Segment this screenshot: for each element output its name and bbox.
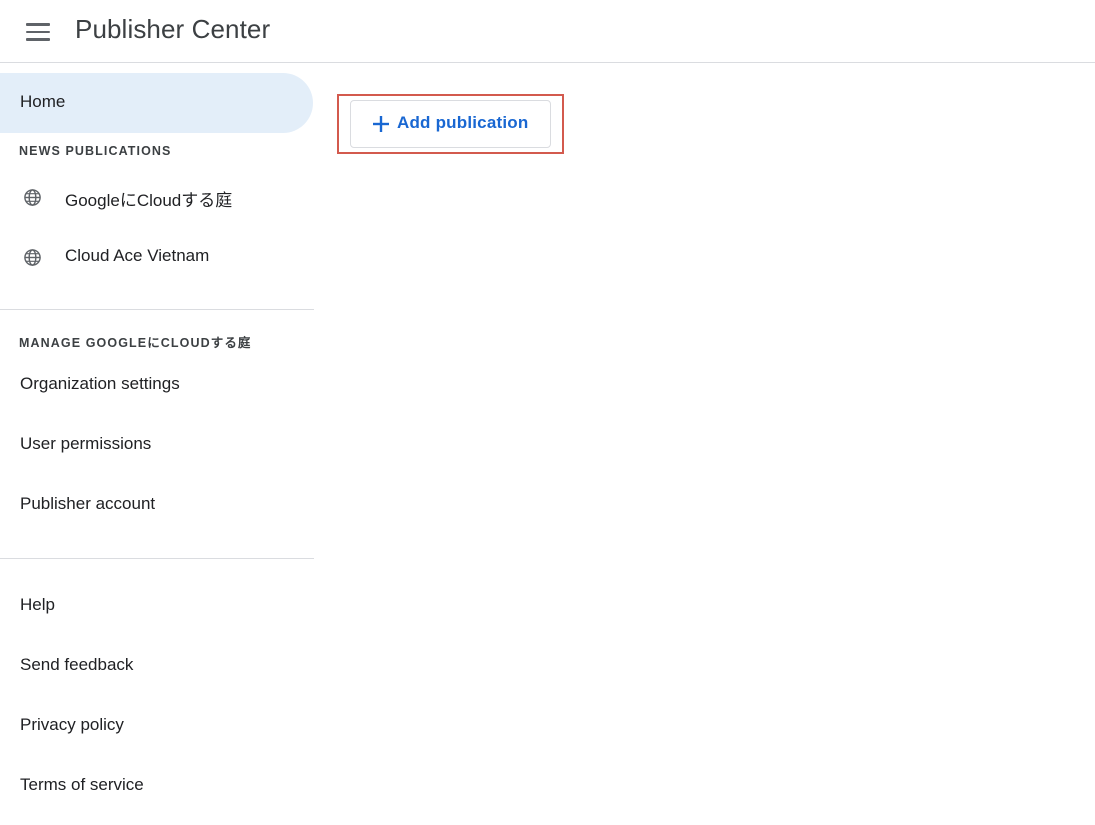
sidebar-item-label: Cloud Ace Vietnam bbox=[65, 246, 210, 265]
sidebar-divider bbox=[0, 558, 314, 559]
section-title-news-publications: NEWS PUBLICATIONS bbox=[19, 144, 172, 158]
publisher-center-app: Publisher Center Home NEWS PUBLICATIONS … bbox=[0, 0, 1095, 825]
app-title: Publisher Center bbox=[75, 14, 271, 44]
sidebar-item-label: GoogleにCloudする庭 bbox=[65, 191, 233, 210]
globe-icon bbox=[24, 189, 41, 206]
sidebar-item-label: Send feedback bbox=[20, 655, 134, 674]
plus-icon bbox=[373, 116, 389, 132]
add-publication-label: Add publication bbox=[397, 113, 529, 132]
sidebar-divider bbox=[0, 309, 314, 310]
sidebar-item-label: Terms of service bbox=[20, 775, 144, 794]
sidebar-item-label: Help bbox=[20, 595, 55, 614]
sidebar-item-user-permissions[interactable]: User permissions bbox=[0, 421, 313, 471]
sidebar-item-help[interactable]: Help bbox=[0, 582, 313, 632]
sidebar-item-label: Publisher account bbox=[20, 494, 156, 513]
section-title-manage: MANAGE GOOGLEにCLOUDする庭 bbox=[19, 336, 252, 350]
sidebar-item-publication[interactable]: GoogleにCloudする庭 bbox=[0, 170, 313, 226]
sidebar-item-label: User permissions bbox=[20, 434, 152, 453]
sidebar-item-home[interactable]: Home bbox=[0, 73, 313, 133]
sidebar-item-label: Home bbox=[20, 92, 66, 111]
sidebar-item-privacy-policy[interactable]: Privacy policy bbox=[0, 702, 313, 752]
top-app-bar: Publisher Center bbox=[0, 0, 1095, 63]
sidebar-item-label: Organization settings bbox=[20, 374, 180, 393]
sidebar-item-organization-settings[interactable]: Organization settings bbox=[0, 361, 313, 411]
sidebar-item-terms-of-service[interactable]: Terms of service bbox=[0, 762, 313, 812]
sidebar-nav: Home NEWS PUBLICATIONS GoogleにCloudする庭 C… bbox=[0, 63, 314, 825]
add-publication-button[interactable]: Add publication bbox=[350, 100, 551, 148]
sidebar-item-send-feedback[interactable]: Send feedback bbox=[0, 642, 313, 692]
globe-icon bbox=[24, 249, 41, 266]
sidebar-item-label: Privacy policy bbox=[20, 715, 124, 734]
hamburger-menu-icon[interactable] bbox=[22, 18, 54, 46]
sidebar-item-publisher-account[interactable]: Publisher account bbox=[0, 481, 313, 531]
sidebar-item-publication[interactable]: Cloud Ace Vietnam bbox=[0, 230, 313, 286]
